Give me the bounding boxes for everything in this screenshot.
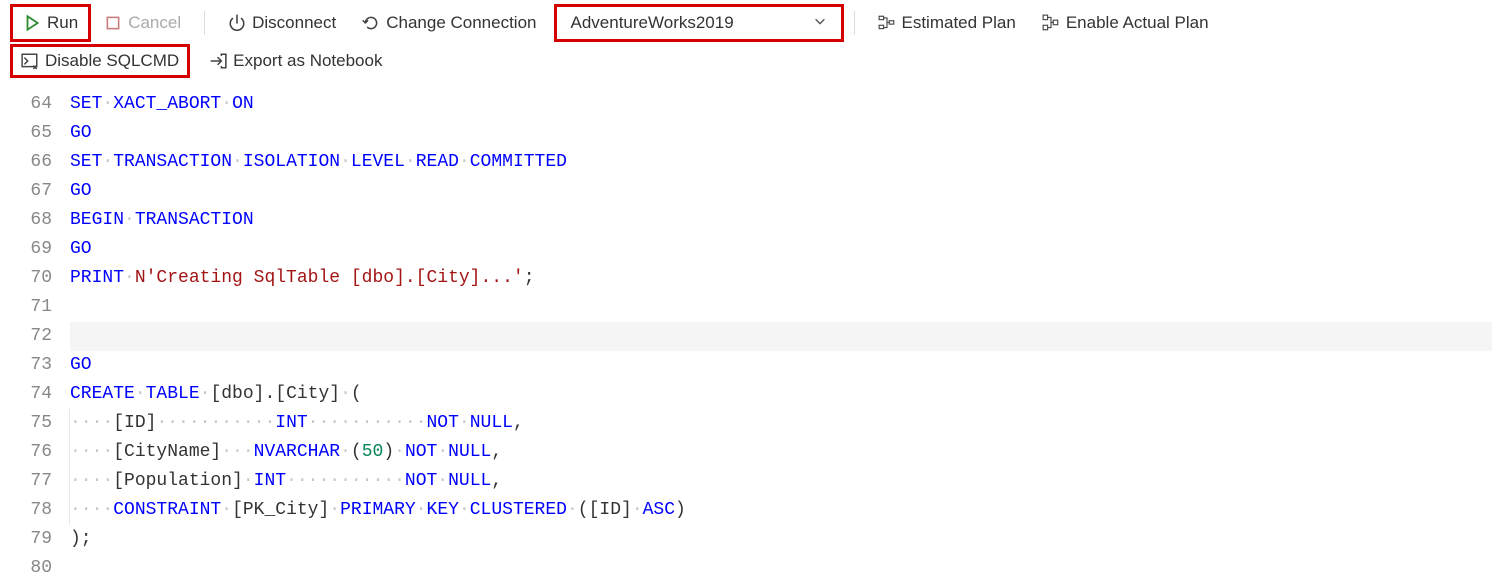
change-connection-label: Change Connection — [386, 13, 536, 33]
actual-plan-icon — [1042, 14, 1060, 32]
toolbar-row-2: Disable SQLCMD Export as Notebook — [0, 42, 1506, 86]
code-line[interactable]: PRINT·N'Creating SqlTable [dbo].[City]..… — [70, 264, 1496, 293]
code-line[interactable]: ····[Population]·INT···········NOT·NULL, — [70, 467, 1496, 496]
toolbar: Run Cancel Disconnect Change Connection … — [0, 0, 1506, 42]
code-line[interactable]: GO — [70, 235, 1496, 264]
line-number: 73 — [10, 351, 52, 380]
actual-plan-label: Enable Actual Plan — [1066, 13, 1209, 33]
code-line[interactable]: ); — [70, 525, 1496, 554]
play-icon — [23, 14, 41, 32]
export-icon — [209, 52, 227, 70]
estimated-plan-icon — [878, 14, 896, 32]
code-line[interactable] — [70, 293, 1496, 322]
code-line[interactable] — [70, 322, 1492, 351]
export-notebook-button[interactable]: Export as Notebook — [196, 42, 395, 80]
actual-plan-button[interactable]: Enable Actual Plan — [1029, 4, 1222, 42]
toolbar-separator — [204, 11, 205, 35]
code-line[interactable]: GO — [70, 351, 1496, 380]
code-line[interactable]: CREATE·TABLE·[dbo].[City]·( — [70, 380, 1496, 409]
code-line[interactable]: SET·TRANSACTION·ISOLATION·LEVEL·READ·COM… — [70, 148, 1496, 177]
run-button[interactable]: Run — [10, 4, 91, 42]
estimated-plan-button[interactable]: Estimated Plan — [865, 4, 1029, 42]
line-number: 65 — [10, 119, 52, 148]
line-number: 77 — [10, 467, 52, 496]
code-line[interactable]: GO — [70, 177, 1496, 206]
code-line[interactable]: ····[ID]···········INT···········NOT·NUL… — [70, 409, 1496, 438]
disconnect-label: Disconnect — [252, 13, 336, 33]
line-number: 74 — [10, 380, 52, 409]
database-selected: AdventureWorks2019 — [571, 13, 734, 33]
cancel-button: Cancel — [91, 4, 194, 42]
change-connection-button[interactable]: Change Connection — [349, 4, 549, 42]
sqlcmd-icon — [21, 52, 39, 70]
code-line[interactable] — [70, 554, 1496, 583]
code-area[interactable]: SET·XACT_ABORT·ONGOSET·TRANSACTION·ISOLA… — [70, 90, 1506, 583]
disconnect-icon — [228, 14, 246, 32]
cancel-label: Cancel — [128, 13, 181, 33]
code-line[interactable]: ····CONSTRAINT·[PK_City]·PRIMARY·KEY·CLU… — [70, 496, 1496, 525]
run-label: Run — [47, 13, 78, 33]
line-number: 70 — [10, 264, 52, 293]
line-number: 78 — [10, 496, 52, 525]
disable-sqlcmd-button[interactable]: Disable SQLCMD — [10, 44, 190, 78]
estimated-plan-label: Estimated Plan — [902, 13, 1016, 33]
line-number: 72 — [10, 322, 52, 351]
chevron-down-icon — [813, 13, 827, 33]
line-number: 79 — [10, 525, 52, 554]
line-number: 75 — [10, 409, 52, 438]
change-connection-icon — [362, 14, 380, 32]
line-number: 71 — [10, 293, 52, 322]
code-line[interactable]: SET·XACT_ABORT·ON — [70, 90, 1496, 119]
toolbar-separator — [854, 11, 855, 35]
code-editor[interactable]: 6465666768697071727374757677787980 SET·X… — [0, 86, 1506, 583]
line-number: 67 — [10, 177, 52, 206]
code-line[interactable]: GO — [70, 119, 1496, 148]
line-number: 66 — [10, 148, 52, 177]
line-number: 68 — [10, 206, 52, 235]
stop-icon — [104, 14, 122, 32]
line-number: 69 — [10, 235, 52, 264]
disable-sqlcmd-label: Disable SQLCMD — [45, 51, 179, 71]
disconnect-button[interactable]: Disconnect — [215, 4, 349, 42]
export-notebook-label: Export as Notebook — [233, 51, 382, 71]
line-number: 76 — [10, 438, 52, 467]
code-line[interactable]: BEGIN·TRANSACTION — [70, 206, 1496, 235]
line-gutter: 6465666768697071727374757677787980 — [0, 90, 70, 583]
line-number: 80 — [10, 554, 52, 583]
database-dropdown[interactable]: AdventureWorks2019 — [554, 4, 844, 42]
code-line[interactable]: ····[CityName]···NVARCHAR·(50)·NOT·NULL, — [70, 438, 1496, 467]
line-number: 64 — [10, 90, 52, 119]
